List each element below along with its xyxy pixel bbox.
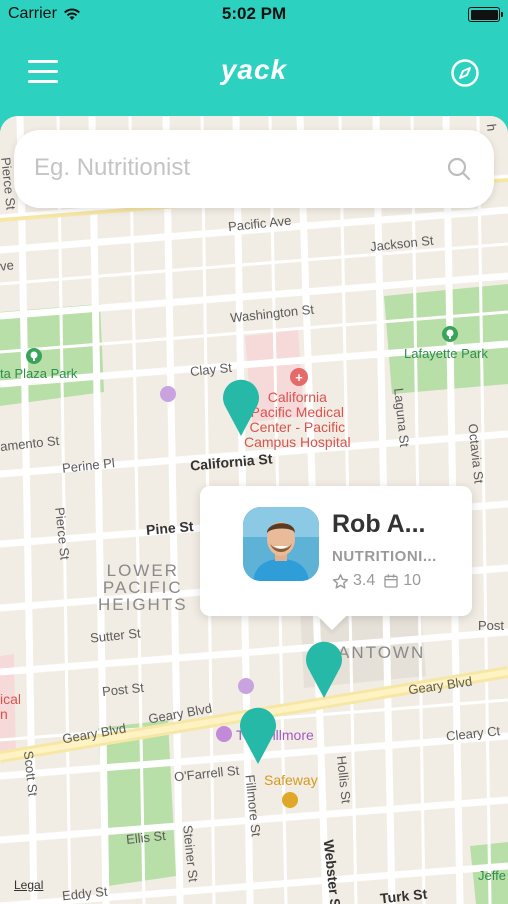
star-icon [332,573,349,589]
legal-link[interactable]: Legal [14,878,43,892]
district-label: LOWER PACIFIC HEIGHTS [98,561,188,614]
park-label: ta Plaza Park [0,366,78,381]
street-label: Post St [478,618,508,633]
search-input[interactable] [34,148,434,188]
map-pin[interactable] [238,702,278,766]
map-pin[interactable] [304,636,344,700]
provider-name: Rob A... [332,510,426,538]
map-pin[interactable] [221,374,261,438]
battery-icon [468,7,503,22]
district-label: ANTOWN [338,643,426,662]
park-icon [442,326,458,347]
nav-bar: yack [0,30,508,116]
provider-callout[interactable]: Rob A... NUTRITIONI... 3.4 10 [200,486,472,616]
poi-label: ical n [0,691,22,722]
app-logo: yack [220,54,288,85]
search-bar [14,130,494,208]
status-bar: Carrier 5:02 PM [0,0,508,30]
map-view[interactable]: + Pacific Ave Jackson St Washington St C… [0,116,508,904]
compass-icon[interactable] [450,58,480,88]
rating-value: 3.4 [353,572,376,589]
avatar [243,507,319,581]
search-icon[interactable] [446,156,472,182]
park-label: Jeffe [478,868,506,883]
park-label: Lafayette Park [404,346,488,361]
street-label: ve [0,257,15,274]
provider-role: NUTRITIONI... [332,548,437,565]
status-time: 5:02 PM [221,4,287,23]
safeway-label: Safeway [264,772,318,788]
sessions-value: 10 [403,572,422,589]
svg-text:+: + [295,370,303,385]
calendar-icon [384,574,398,588]
provider-stats: 3.4 10 [332,572,421,590]
